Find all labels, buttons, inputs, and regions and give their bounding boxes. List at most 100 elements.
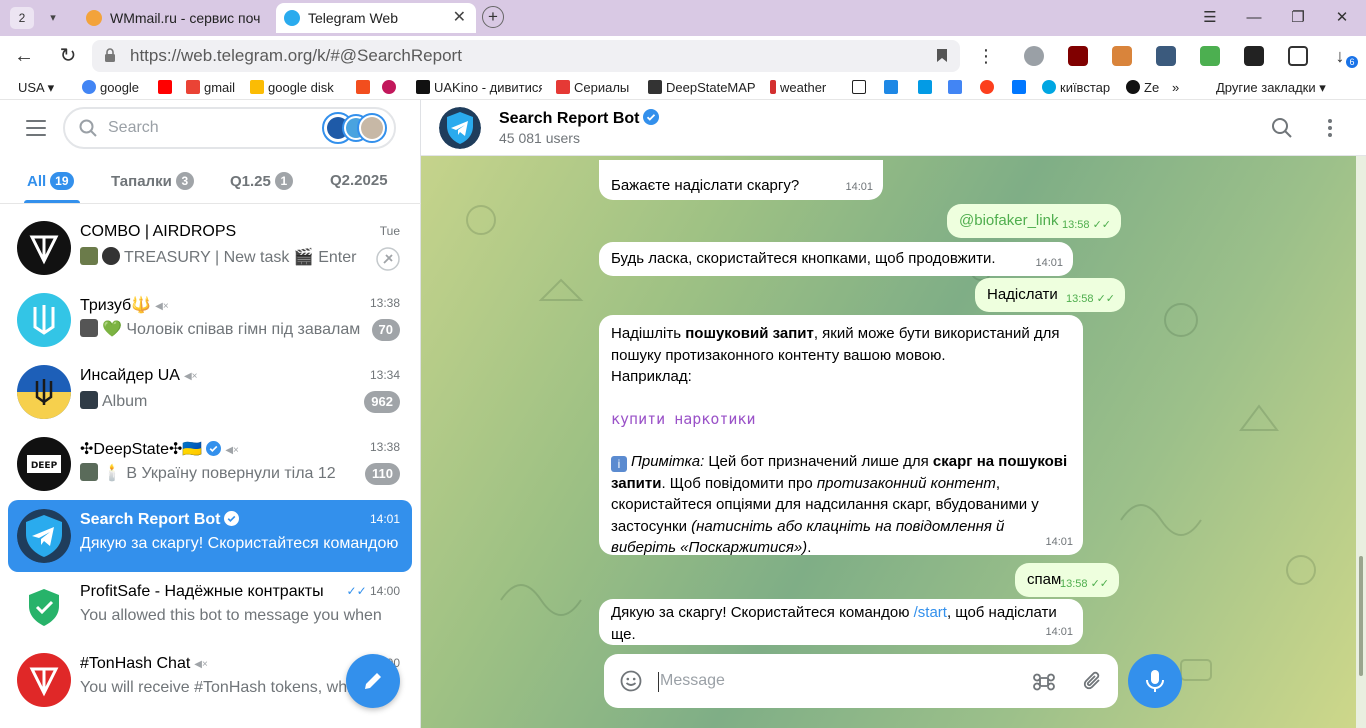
bookmarks-more-button[interactable]: »	[1172, 79, 1179, 97]
tab-all[interactable]: All 19	[27, 172, 74, 190]
new-tab-button[interactable]: +	[482, 6, 504, 28]
attach-icon[interactable]	[1082, 669, 1104, 693]
message-outgoing[interactable]: @biofaker_link 13:58 ✓✓	[947, 204, 1121, 238]
chat-title: Search Report Bot	[499, 109, 660, 128]
back-icon[interactable]: ←	[12, 44, 36, 68]
verified-icon	[206, 441, 222, 456]
menu-icon[interactable]: ☰	[1200, 8, 1220, 28]
message-time: 13:58 ✓✓	[1061, 218, 1111, 231]
tab-dropdown-icon[interactable]: ▾	[42, 8, 64, 28]
bookmark-vk[interactable]	[1012, 79, 1030, 97]
uakino-icon	[416, 80, 430, 94]
chat-preview: Дякую за скаргу! Скористайтеся командою …	[80, 535, 400, 552]
chat-item-combo-airdrops[interactable]: COMBO | AIRDROPS Tue TREASURY | New task…	[8, 212, 412, 284]
chat-item-deepstate[interactable]: DEEP ✣DeepState✣🇺🇦 ◀× 13:38 🕯️ В Україну …	[8, 428, 412, 500]
close-window-icon[interactable]: ✕	[1332, 8, 1352, 28]
bookmark-google-disk[interactable]: google disk	[250, 79, 334, 97]
message-placeholder: Message	[660, 672, 725, 689]
puzzle-extensions-icon[interactable]	[1288, 46, 1308, 66]
chat-preview: You allowed this bot to message you when	[80, 607, 382, 624]
hamburger-menu-icon[interactable]	[26, 120, 46, 136]
emoji-icon[interactable]	[620, 670, 642, 692]
chat-preview: 💚 Чоловік співав гімн під заваламі	[80, 319, 360, 339]
message-time: 13:58 ✓✓	[1065, 292, 1115, 305]
bookmark-ext[interactable]	[884, 79, 902, 97]
globe-extension-icon[interactable]	[1024, 46, 1044, 66]
stories-avatars-icon[interactable]	[322, 112, 388, 144]
download-extension-icon[interactable]	[1200, 46, 1220, 66]
chat-time: ✓✓ 14:00	[346, 584, 400, 598]
unread-count-badge: 1	[274, 172, 293, 190]
tab-q1-25[interactable]: Q1.25 1	[230, 172, 293, 190]
tab-tapalki[interactable]: Тапалки 3	[111, 172, 194, 190]
tab-count-button[interactable]: 2	[10, 7, 34, 29]
chevron-icon	[884, 80, 898, 94]
message-incoming[interactable]: Будь ласка, скористайтеся кнопками, щоб …	[599, 242, 1073, 276]
extension-icon[interactable]	[1156, 46, 1176, 66]
bookmark-youtube[interactable]	[158, 79, 176, 97]
example-query[interactable]: купити наркотики	[611, 409, 1071, 431]
figma-icon	[356, 80, 370, 94]
bookmark-extension[interactable]	[382, 79, 400, 97]
message-incoming[interactable]: Дякую за скаргу! Скористайтеся командою …	[599, 599, 1083, 645]
bookmark-google[interactable]: google	[82, 79, 139, 97]
kyivstar-icon	[1042, 80, 1056, 94]
search-input[interactable]: Search	[63, 107, 396, 149]
bookmark-serialy[interactable]: Сериалы	[556, 79, 629, 97]
bookmark-ze[interactable]: Ze	[1126, 79, 1162, 97]
bookmark-icon[interactable]	[936, 48, 948, 63]
chat-header[interactable]: Search Report Bot 45 081 users	[421, 100, 1366, 156]
start-command-link[interactable]: /start	[914, 604, 947, 621]
tab-wmmail[interactable]: WMmail.ru - сервис почтовых	[78, 3, 274, 33]
reload-icon[interactable]: ↻	[56, 44, 80, 68]
bookmark-gmail[interactable]: gmail	[186, 79, 235, 97]
more-options-icon[interactable]	[1319, 117, 1341, 139]
scrollbar-thumb[interactable]	[1359, 556, 1363, 676]
bookmark-kyivstar[interactable]: київстар	[1042, 79, 1110, 97]
message-incoming[interactable]: Надішліть пошуковий запит, який може бут…	[599, 315, 1083, 556]
chat-item-search-report-bot[interactable]: Search Report Bot 14:01 Дякую за скаргу!…	[8, 500, 412, 572]
bookmark-weather[interactable]: weather	[770, 79, 826, 97]
message-outgoing[interactable]: спам 13:58 ✓✓	[1015, 563, 1119, 597]
address-bar-row: ← ↻ https://web.telegram.org/k/#@SearchR…	[0, 36, 1366, 76]
star-icon	[382, 80, 396, 94]
chat-name: Тризуб🔱 ◀×	[80, 297, 169, 314]
bookmark-deepstatemap[interactable]: DeepStateMAP	[648, 79, 756, 97]
unread-count-badge: 3	[175, 172, 194, 190]
close-tab-icon[interactable]: ✕	[453, 3, 466, 33]
bookmark-figma[interactable]	[356, 79, 374, 97]
tab-telegram[interactable]: Telegram Web ✕	[276, 3, 476, 33]
search-placeholder: Search	[108, 119, 159, 136]
chat-item-profitsafe[interactable]: ProfitSafe - Надёжные контракты ✓✓ 14:00…	[8, 572, 412, 644]
extension-icon[interactable]	[1244, 46, 1264, 66]
chat-preview: 🕯️ В Україну повернули тіла 12	[80, 463, 360, 483]
bookmark-bc[interactable]	[852, 79, 870, 97]
tab-q2-2025[interactable]: Q2.2025	[330, 172, 388, 189]
more-icon[interactable]: ⋮	[974, 44, 998, 68]
bookmark-uakino[interactable]: UAKino - дивитися	[416, 79, 542, 97]
message-incoming[interactable]: Бажаєте надіслати скаргу? 14:01	[599, 160, 883, 200]
message-outgoing[interactable]: Надіслати 13:58 ✓✓	[975, 278, 1125, 312]
read-checks-icon: ✓✓	[1090, 577, 1109, 590]
other-bookmarks[interactable]: Другие закладки ▾	[1216, 79, 1326, 97]
chat-item-tryzub[interactable]: Тризуб🔱 ◀× 13:38 💚 Чоловік співав гімн пі…	[8, 284, 412, 356]
pin-icon	[376, 247, 400, 271]
address-bar[interactable]: https://web.telegram.org/k/#@SearchRepor…	[92, 40, 960, 72]
bookmark-yandex[interactable]	[980, 79, 998, 97]
bot-commands-icon[interactable]	[1032, 670, 1056, 694]
voice-record-button[interactable]	[1128, 654, 1182, 708]
search-icon[interactable]	[1271, 117, 1293, 139]
media-thumbnail-icon	[80, 463, 98, 481]
minimize-icon[interactable]: —	[1244, 8, 1264, 28]
new-message-button[interactable]	[346, 654, 400, 708]
bookmark-p[interactable]	[918, 79, 936, 97]
bookmark-usa[interactable]: USA ▾	[18, 79, 54, 97]
read-checks-icon: ✓✓	[1096, 292, 1115, 305]
ublock-extension-icon[interactable]	[1068, 46, 1088, 66]
message-input[interactable]: Message	[604, 654, 1118, 708]
restore-icon[interactable]: ❐	[1288, 8, 1308, 28]
scrollbar[interactable]	[1356, 156, 1366, 728]
bookmark-translate[interactable]	[948, 79, 966, 97]
chat-item-insider-ua[interactable]: Инсайдер UA ◀× 13:34 Album 962	[8, 356, 412, 428]
extension-icon[interactable]	[1112, 46, 1132, 66]
